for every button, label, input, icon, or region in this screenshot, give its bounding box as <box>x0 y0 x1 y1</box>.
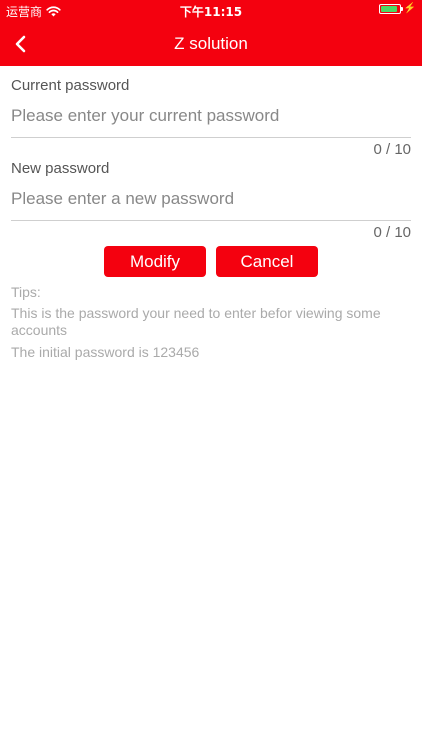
new-password-input[interactable] <box>11 184 411 221</box>
current-password-counter: 0 / 10 <box>373 141 411 158</box>
new-password-field: New password 0 / 10 <box>11 160 411 242</box>
tips-section: Tips: This is the password your need to … <box>11 284 411 366</box>
current-password-field: Current password 0 / 10 <box>11 77 411 159</box>
tips-line: This is the password your need to enter … <box>11 305 381 338</box>
charging-bolt-icon: ⚡ <box>403 3 416 14</box>
tips-line: The initial password is 123456 <box>11 344 200 360</box>
new-password-counter: 0 / 10 <box>373 224 411 241</box>
battery-icon <box>378 4 403 14</box>
battery-fill <box>380 6 397 12</box>
current-password-label: Current password <box>11 77 130 94</box>
battery-indicator: ⚡ <box>378 3 416 14</box>
cancel-button[interactable]: Cancel <box>216 246 318 277</box>
app-header: 运营商 下午11:15 ⚡ Z solution <box>0 0 422 66</box>
page-title: Z solution <box>174 34 248 53</box>
modify-button[interactable]: Modify <box>104 246 206 277</box>
navigation-bar: Z solution <box>0 22 422 66</box>
new-password-label: New password <box>11 160 110 177</box>
tips-title: Tips: <box>11 284 41 300</box>
status-time: 下午11:15 <box>179 5 243 19</box>
status-bar: 运营商 下午11:15 ⚡ <box>0 0 422 22</box>
current-password-input[interactable] <box>11 101 411 138</box>
